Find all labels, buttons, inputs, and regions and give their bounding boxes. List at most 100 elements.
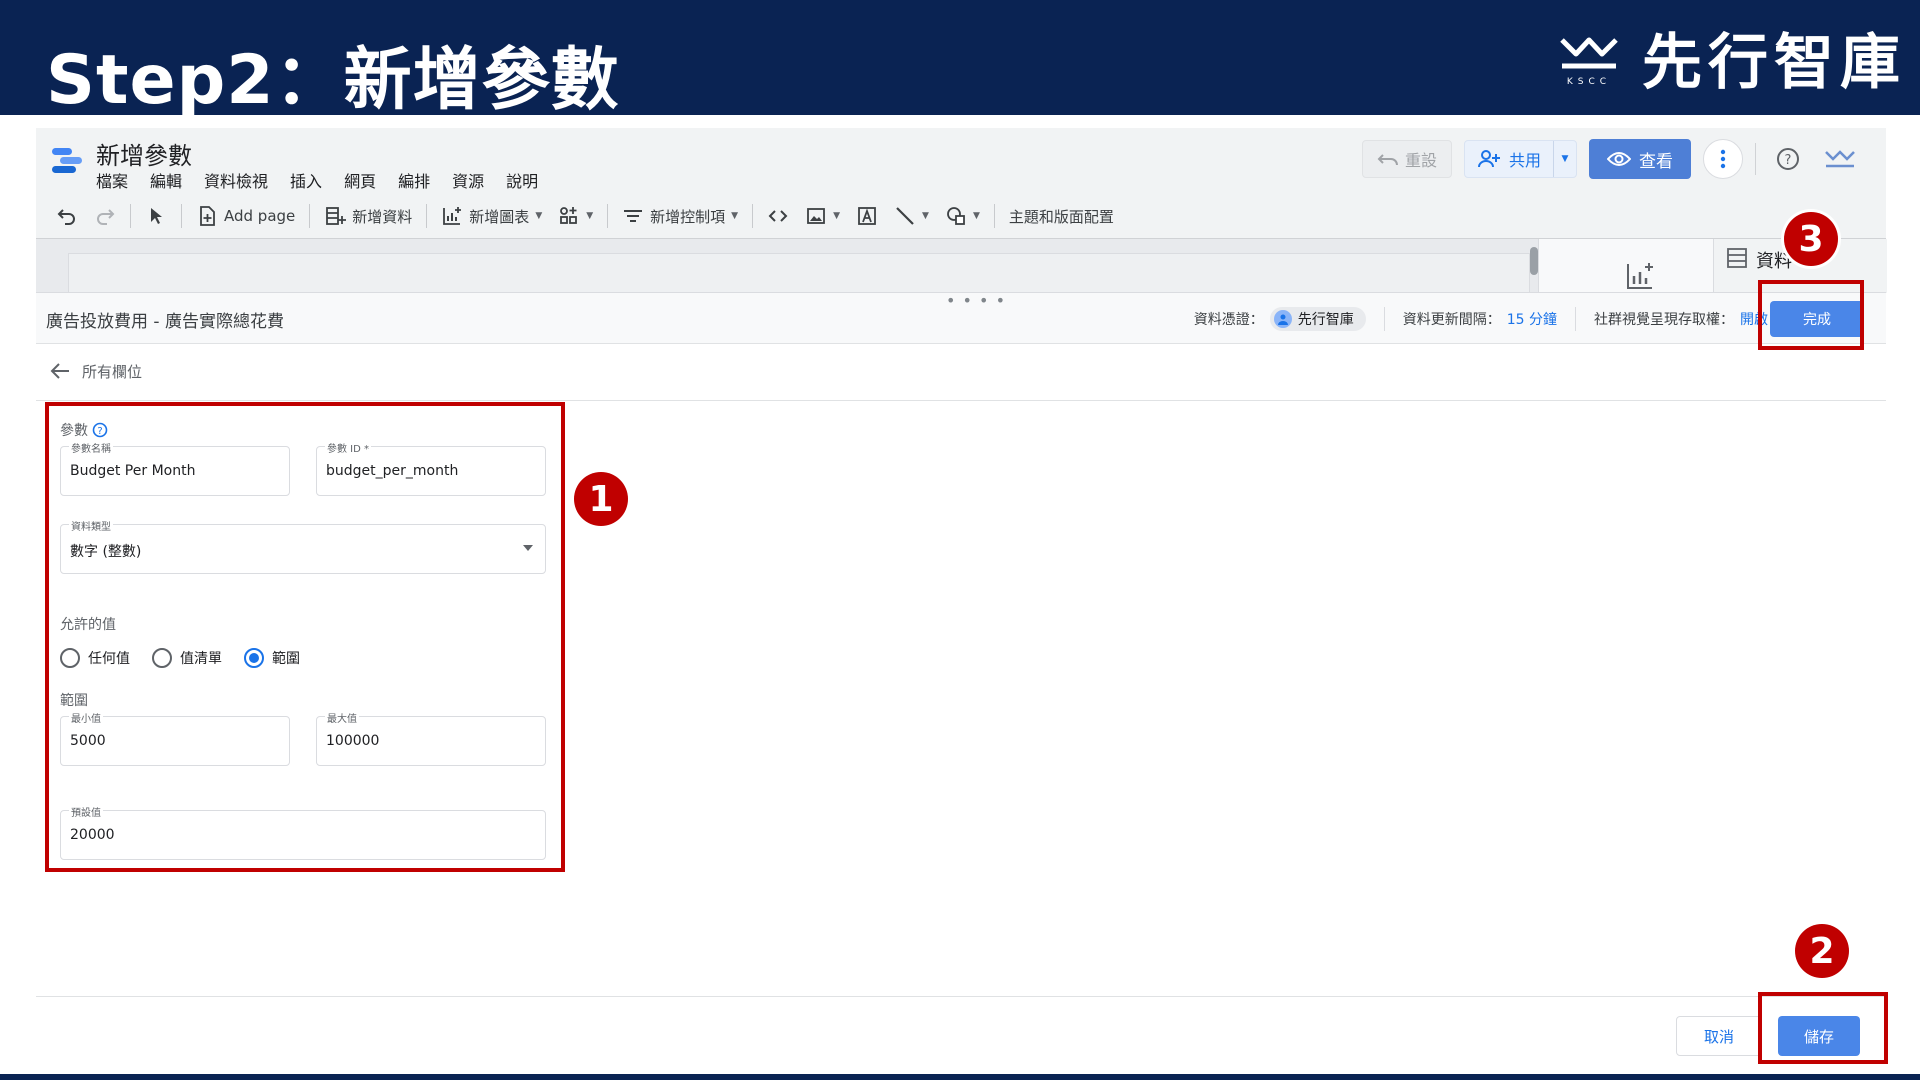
embed-url-button[interactable] bbox=[759, 199, 797, 233]
add-person-icon bbox=[1477, 150, 1500, 168]
menu-bar: 檔案 編輯 資料檢視 插入 網頁 編排 資源 說明 bbox=[96, 168, 538, 192]
line-button[interactable]: ▼ bbox=[886, 199, 937, 233]
view-button[interactable]: 查看 bbox=[1589, 139, 1691, 179]
add-chart-icon[interactable] bbox=[1625, 261, 1655, 291]
toolbar-separator bbox=[130, 204, 131, 228]
caret-down-icon: ▼ bbox=[833, 211, 841, 221]
add-page-label: Add page bbox=[224, 207, 296, 225]
theme-layout-label: 主題和版面配置 bbox=[1008, 207, 1114, 226]
menu-view[interactable]: 資料檢視 bbox=[204, 168, 268, 192]
brand: KSCC 先行智庫 bbox=[1558, 22, 1906, 98]
caret-down-icon: ▼ bbox=[1561, 154, 1569, 164]
community-access-group: 社群視覺呈現存取權： 開啟 bbox=[1576, 307, 1786, 331]
theme-layout-button[interactable]: 主題和版面配置 bbox=[1001, 199, 1122, 233]
eye-icon bbox=[1607, 152, 1631, 166]
table-icon bbox=[1727, 248, 1747, 268]
credentials-label: 資料憑證： bbox=[1193, 312, 1264, 328]
redo-icon bbox=[97, 209, 115, 225]
menu-file[interactable]: 檔案 bbox=[96, 168, 128, 192]
toolbar-separator bbox=[426, 204, 428, 228]
text-box-icon bbox=[858, 207, 876, 225]
line-icon bbox=[896, 207, 914, 225]
text-box-button[interactable] bbox=[848, 199, 886, 233]
canvas-scrollbar[interactable] bbox=[1530, 247, 1538, 275]
account-avatar[interactable] bbox=[1820, 139, 1860, 179]
menu-insert[interactable]: 插入 bbox=[290, 168, 322, 192]
redo-button[interactable] bbox=[86, 199, 124, 233]
help-icon: ? bbox=[1777, 148, 1799, 170]
reset-button[interactable]: 重設 bbox=[1361, 140, 1452, 178]
share-dropdown-button[interactable]: ▼ bbox=[1554, 141, 1576, 177]
slide: Step2：新增參數 KSCC 先行智庫 新增參數 檔案 編輯 資料檢視 插入 bbox=[0, 0, 1920, 1080]
toolbar: Add page 新增資料 新增圖表 ▼ ▼ 新增控制項 ▼ ▼ ▼ ▼ 主題和… bbox=[36, 196, 1886, 236]
image-button[interactable]: ▼ bbox=[797, 199, 848, 233]
add-page-button[interactable]: Add page bbox=[188, 199, 303, 233]
editor-header: • • • • 廣告投放費用 - 廣告實際總花費 資料憑證： 先行智庫 資料更新… bbox=[36, 291, 1886, 344]
svg-text:KSCC: KSCC bbox=[1567, 77, 1611, 87]
divider bbox=[36, 400, 1886, 401]
components-icon bbox=[560, 207, 578, 224]
title-banner: Step2：新增參數 KSCC 先行智庫 bbox=[0, 0, 1920, 120]
arrow-back-icon bbox=[50, 363, 69, 379]
add-chart-button[interactable]: 新增圖表 ▼ bbox=[433, 199, 550, 233]
report-title[interactable]: 新增參數 bbox=[96, 136, 192, 171]
app-header: 新增參數 檔案 編輯 資料檢視 插入 網頁 編排 資源 說明 重設 共用 ▼ 查… bbox=[36, 128, 1886, 238]
looker-studio-logo-icon bbox=[52, 148, 82, 173]
undo-arrow-icon bbox=[1377, 154, 1398, 166]
filter-lines-icon bbox=[624, 210, 643, 222]
credentials-chip[interactable]: 先行智庫 bbox=[1269, 307, 1366, 331]
cursor-arrow-icon bbox=[151, 208, 162, 224]
undo-button[interactable] bbox=[48, 199, 86, 233]
mountain-logo-icon: KSCC bbox=[1560, 37, 1618, 87]
community-viz-button[interactable]: ▼ bbox=[550, 199, 601, 233]
drag-handle-icon[interactable]: • • • • bbox=[946, 291, 1006, 310]
caret-down-icon: ▼ bbox=[731, 211, 739, 221]
share-button[interactable]: 共用 ▼ bbox=[1463, 140, 1577, 178]
caret-down-icon: ▼ bbox=[586, 211, 594, 221]
add-page-icon bbox=[200, 206, 215, 226]
back-label: 所有欄位 bbox=[82, 362, 143, 381]
divider bbox=[36, 996, 1886, 997]
view-label: 查看 bbox=[1639, 151, 1673, 172]
menu-resource[interactable]: 資源 bbox=[452, 168, 484, 192]
caret-down-icon: ▼ bbox=[972, 211, 980, 221]
toolbar-separator bbox=[181, 204, 182, 228]
header-actions: 重設 共用 ▼ 查看 ? bbox=[1361, 138, 1860, 180]
help-button[interactable]: ? bbox=[1768, 139, 1808, 179]
toolbar-separator bbox=[993, 204, 995, 228]
refresh-group: 資料更新間隔： 15 分鐘 bbox=[1385, 307, 1576, 331]
more-vert-icon bbox=[1720, 149, 1726, 169]
add-data-button[interactable]: 新增資料 bbox=[316, 199, 420, 233]
shapes-icon bbox=[947, 207, 965, 225]
menu-arrange[interactable]: 編排 bbox=[398, 168, 430, 192]
add-control-label: 新增控制項 bbox=[650, 207, 726, 226]
share-label: 共用 bbox=[1508, 151, 1541, 170]
reset-label: 重設 bbox=[1404, 151, 1437, 170]
cancel-button[interactable]: 取消 bbox=[1676, 1016, 1762, 1056]
step-badge-2: 2 bbox=[1795, 924, 1849, 978]
add-data-label: 新增資料 bbox=[352, 207, 413, 226]
person-avatar-icon bbox=[1273, 310, 1292, 328]
canvas-page[interactable] bbox=[68, 253, 1530, 293]
menu-page[interactable]: 網頁 bbox=[344, 168, 376, 192]
code-brackets-icon bbox=[768, 210, 788, 222]
refresh-interval-link[interactable]: 15 分鐘 bbox=[1507, 309, 1557, 329]
menu-help[interactable]: 說明 bbox=[506, 168, 538, 192]
community-access-label: 社群視覺呈現存取權： bbox=[1594, 312, 1734, 328]
menu-edit[interactable]: 編輯 bbox=[150, 168, 182, 192]
back-to-all-fields[interactable]: 所有欄位 bbox=[50, 358, 142, 384]
toolbar-separator bbox=[752, 204, 754, 228]
bottom-bar bbox=[0, 1074, 1920, 1080]
add-data-icon bbox=[326, 207, 347, 225]
add-control-button[interactable]: 新增控制項 ▼ bbox=[614, 199, 746, 233]
more-options-button[interactable] bbox=[1703, 139, 1743, 179]
svg-text:?: ? bbox=[1785, 153, 1792, 168]
select-tool-button[interactable] bbox=[137, 199, 175, 233]
shape-button[interactable]: ▼ bbox=[937, 199, 988, 233]
image-icon bbox=[807, 208, 825, 224]
highlight-box-done bbox=[1758, 280, 1864, 350]
credentials-owner: 先行智庫 bbox=[1297, 312, 1354, 328]
add-chart-label: 新增圖表 bbox=[469, 207, 530, 226]
share-main[interactable]: 共用 bbox=[1465, 141, 1554, 177]
data-source-name[interactable]: 廣告投放費用 - 廣告實際總花費 bbox=[46, 307, 284, 332]
